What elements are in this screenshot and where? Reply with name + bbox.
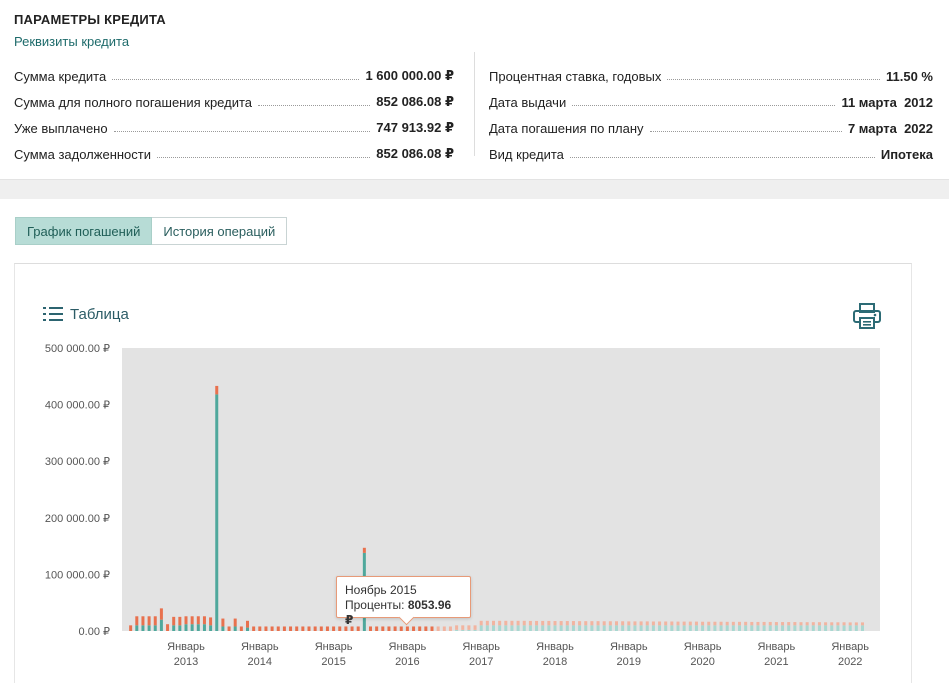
param-row-planned-end: Дата погашения по плану 7 марта 2022 [489, 110, 933, 136]
column-divider [474, 52, 475, 156]
params-left-column: Сумма кредита 1 600 000.00 ₽ Сумма для п… [14, 58, 454, 162]
params-right-column: Процентная ставка, годовых 11.50 % Дата … [489, 58, 933, 162]
tab-payment-schedule[interactable]: График погашений [15, 217, 153, 245]
param-value: 11 марта 2012 [841, 95, 933, 110]
chart-panel [14, 263, 912, 683]
param-label: Сумма кредита [14, 69, 107, 84]
dotted-leader [258, 105, 371, 106]
param-value: 852 086.08 ₽ [376, 146, 454, 161]
param-label: Уже выплачено [14, 121, 108, 136]
tooltip-title: Ноябрь 2015 [345, 583, 417, 597]
tooltip-value-line: Проценты: 8053.96 ₽ [345, 598, 462, 628]
dotted-leader [569, 157, 875, 158]
params-title: ПАРАМЕТРЫ КРЕДИТА [14, 12, 166, 27]
view-tabs: График погашений История операций [15, 217, 288, 245]
param-value: 747 913.92 ₽ [376, 120, 454, 135]
print-button[interactable] [852, 302, 882, 335]
param-label: Сумма задолженности [14, 147, 151, 162]
param-label: Процентная ставка, годовых [489, 69, 662, 84]
tooltip-label: Проценты: [345, 598, 405, 612]
dotted-leader [112, 79, 360, 80]
table-link-label: Таблица [70, 305, 129, 323]
dotted-leader [572, 105, 836, 106]
param-value: 1 600 000.00 ₽ [365, 68, 454, 83]
section-separator [0, 179, 949, 199]
param-row-issue-date: Дата выдачи 11 марта 2012 [489, 84, 933, 110]
param-value: Ипотека [880, 147, 933, 162]
chart-tooltip: Ноябрь 2015 Проценты: 8053.96 ₽ [336, 576, 471, 627]
table-view-button[interactable]: Таблица [42, 305, 129, 323]
dotted-leader [113, 131, 371, 132]
list-icon [43, 307, 63, 321]
param-row-debt: Сумма задолженности 852 086.08 ₽ [14, 136, 454, 162]
printer-icon [853, 303, 881, 329]
dotted-leader [667, 79, 880, 80]
tab-operations-history[interactable]: История операций [152, 217, 288, 245]
dotted-leader [157, 157, 371, 158]
credit-details-link[interactable]: Реквизиты кредита [14, 34, 129, 49]
param-label: Дата выдачи [489, 95, 567, 110]
param-label: Дата погашения по плану [489, 121, 644, 136]
param-label: Вид кредита [489, 147, 564, 162]
param-row-full-repayment: Сумма для полного погашения кредита 852 … [14, 84, 454, 110]
dotted-leader [649, 131, 842, 132]
param-row-paid: Уже выплачено 747 913.92 ₽ [14, 110, 454, 136]
param-value: 852 086.08 ₽ [376, 94, 454, 109]
param-value: 11.50 % [886, 69, 933, 84]
credit-params-section: ПАРАМЕТРЫ КРЕДИТА Реквизиты кредита Сумм… [0, 0, 949, 179]
param-value: 7 марта 2022 [847, 121, 933, 136]
param-label: Сумма для полного погашения кредита [14, 95, 253, 110]
param-row-interest-rate: Процентная ставка, годовых 11.50 % [489, 58, 933, 84]
param-row-loan-amount: Сумма кредита 1 600 000.00 ₽ [14, 58, 454, 84]
param-row-credit-type: Вид кредита Ипотека [489, 136, 933, 162]
